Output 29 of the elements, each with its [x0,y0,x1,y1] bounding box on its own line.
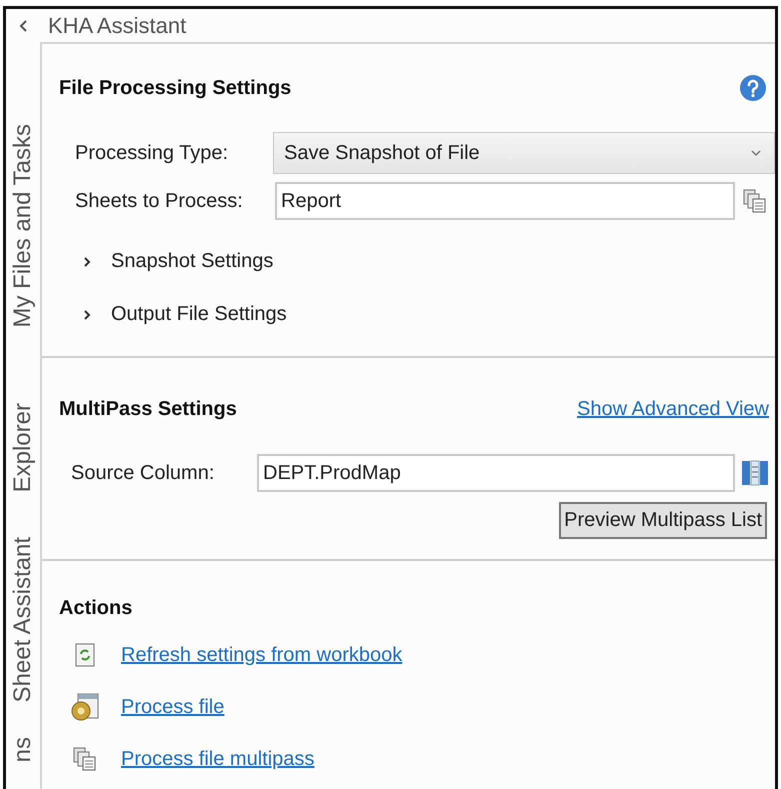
expander[interactable]: Snapshot Settings [59,250,775,273]
action-link[interactable]: Process file [121,696,224,718]
side-tab[interactable]: Explorer [9,402,37,492]
field-label: Sheets to Process: [75,190,244,212]
copy-pages-icon [72,746,98,772]
preview-button[interactable]: Preview Multipass List [559,502,767,539]
section-heading: MultiPass Settings [59,398,237,421]
expander[interactable]: Output File Settings [59,303,775,326]
advanced-view-link[interactable]: Show Advanced View [577,398,769,421]
side-tab[interactable]: ns [9,737,37,763]
help-icon[interactable] [739,74,767,102]
text-field[interactable]: Report [275,182,735,220]
side-tab[interactable]: My Files and Tasks [9,124,37,328]
action-link[interactable]: Process file multipass [121,748,314,770]
columns-icon[interactable] [741,460,769,486]
copy-icon[interactable] [742,188,768,214]
collapse-icon[interactable] [18,18,28,32]
side-tab[interactable]: Sheet Assistant [9,537,37,702]
field-label: Processing Type: [75,142,230,164]
panel-title: KHA Assistant [48,12,186,38]
action-link[interactable]: Refresh settings from workbook [121,644,402,666]
dropdown[interactable]: Save Snapshot of File [273,132,775,174]
section-heading: File Processing Settings [59,76,292,100]
gear-window-icon [70,693,100,721]
text-field[interactable]: DEPT.ProdMap [257,454,735,492]
caret-icon [750,149,762,157]
refresh-document-icon [73,642,97,668]
field-label: Source Column: [71,462,216,484]
section-heading: Actions [59,597,134,620]
